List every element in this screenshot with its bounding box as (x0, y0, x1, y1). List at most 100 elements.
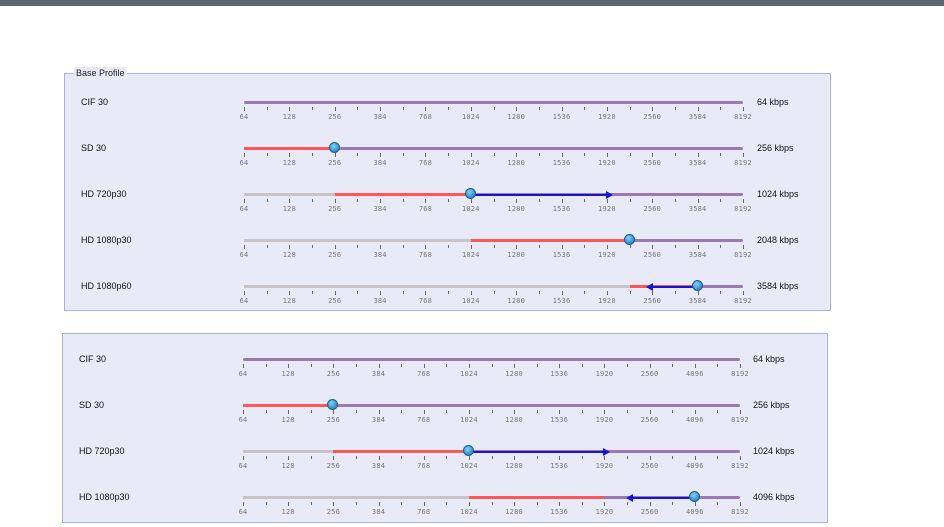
tick-label: 1280 (505, 370, 523, 378)
tick-label: 384 (371, 416, 386, 424)
bitrate-slider-track[interactable] (243, 358, 740, 361)
slider-thumb[interactable] (327, 399, 339, 410)
tick-mark (380, 245, 382, 249)
tick-mark (243, 502, 244, 506)
tick-label: 1536 (550, 416, 569, 424)
minor-tick-mark (401, 410, 403, 413)
minor-tick-mark (629, 291, 631, 294)
tick-mark (425, 245, 427, 249)
minor-tick-mark (584, 245, 586, 248)
slider-thumb[interactable] (688, 491, 700, 502)
minor-tick-mark (538, 199, 540, 202)
tick-marks (244, 107, 744, 112)
minor-tick-mark (401, 364, 403, 367)
tick-label: 2560 (640, 370, 659, 378)
tick-marks (244, 199, 744, 204)
bitrate-slider-track[interactable] (243, 491, 740, 502)
tick-label: 128 (281, 416, 295, 424)
tick-mark (516, 153, 518, 157)
tick-label: 1280 (507, 113, 526, 121)
bitrate-slider-track[interactable] (244, 142, 743, 153)
tick-mark (423, 502, 425, 506)
bitrate-slider-track[interactable] (244, 101, 743, 104)
bitrate-value-label: 4096 kbps (753, 492, 795, 502)
tick-mark (470, 107, 472, 111)
slider-thumb[interactable] (691, 280, 703, 291)
tick-label: 128 (281, 462, 295, 470)
tick-mark (470, 245, 472, 249)
tick-mark (380, 107, 382, 111)
minor-tick-mark (402, 153, 404, 156)
minor-tick-mark (720, 199, 722, 202)
tick-label: 1280 (505, 462, 523, 470)
tick-label: 64 (239, 297, 249, 305)
tick-mark (697, 107, 699, 111)
tick-label: 8192 (734, 297, 752, 305)
tick-label: 64 (239, 113, 249, 121)
bitrate-slider-track[interactable] (244, 280, 743, 291)
tick-mark (743, 291, 744, 295)
tick-mark (423, 456, 425, 460)
slider-thumb[interactable] (328, 142, 340, 153)
tick-mark (423, 410, 425, 414)
tick-mark (334, 107, 336, 111)
tick-label: 384 (373, 251, 387, 259)
tick-mark (468, 502, 470, 506)
tick-mark (606, 245, 608, 249)
tick-label: 4096 (685, 508, 704, 516)
bitrate-slider-track[interactable] (243, 445, 740, 456)
bitrate-slider-track[interactable] (243, 399, 740, 410)
bitrate-slider-track[interactable] (244, 234, 743, 245)
minor-tick-mark (629, 199, 631, 202)
tick-label: 3584 (688, 113, 707, 121)
tick-mark (743, 245, 744, 249)
minor-tick-mark (672, 456, 674, 459)
selected-range (468, 496, 605, 499)
unavailable-range (244, 193, 335, 196)
tick-mark (652, 107, 654, 111)
bitrate-value-label: 2048 kbps (757, 235, 799, 245)
base-profile-panel: Base Profile CIF 30 64 128 256 384 768 1024 128… (64, 67, 831, 311)
minor-tick-mark (266, 107, 268, 110)
tick-label: 768 (418, 251, 433, 259)
minor-tick-mark (355, 410, 357, 413)
tick-mark (425, 153, 427, 157)
tick-label: 1920 (598, 113, 616, 121)
slider-thumb[interactable] (464, 188, 476, 199)
slider-thumb[interactable] (462, 445, 474, 456)
minor-tick-mark (581, 502, 583, 505)
resolution-label: CIF 30 (81, 97, 109, 107)
tick-label: 64 (238, 462, 248, 470)
tick-label: 1024 (461, 297, 480, 305)
tick-label: 64 (239, 251, 249, 259)
tick-label: 3584 (688, 251, 707, 259)
tick-label: 768 (418, 205, 433, 213)
minor-tick-mark (312, 291, 314, 294)
minor-tick-mark (401, 456, 403, 459)
minor-tick-mark (536, 456, 538, 459)
bitrate-row: CIF 30 64 128 256 384 768 1024 1280 1536 1920 2560… (65, 91, 830, 131)
minor-tick-mark (536, 364, 538, 367)
minor-tick-mark (674, 199, 676, 202)
tick-label: 256 (326, 370, 340, 378)
tick-label: 1536 (552, 297, 571, 305)
slider-thumb[interactable] (623, 234, 635, 245)
tick-mark (743, 153, 744, 157)
unavailable-range (243, 496, 469, 499)
tick-mark (334, 199, 336, 203)
tick-mark (606, 199, 608, 203)
tick-label: 128 (281, 508, 295, 516)
tick-mark (561, 107, 563, 111)
tick-mark (468, 410, 470, 414)
tick-labels: 64 128 256 384 768 1024 1280 1536 1920 2560 3584 81… (240, 297, 752, 307)
tick-label: 1536 (552, 113, 571, 121)
tick-mark (694, 456, 696, 460)
minor-tick-mark (402, 107, 404, 110)
unavailable-range (243, 450, 334, 453)
tick-label: 8192 (734, 251, 752, 259)
tick-mark (288, 502, 290, 506)
resolution-label: CIF 30 (79, 354, 107, 364)
bitrate-slider-track[interactable] (244, 188, 743, 199)
minor-tick-mark (310, 502, 312, 505)
tick-mark (697, 291, 699, 295)
